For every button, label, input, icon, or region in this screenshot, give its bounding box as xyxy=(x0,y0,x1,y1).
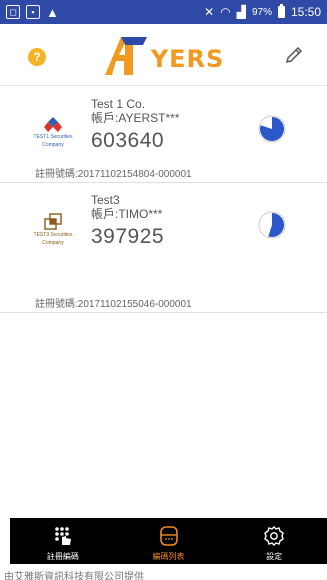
nav-register-label: 註冊編碼 xyxy=(46,552,79,561)
edit-icon[interactable] xyxy=(283,44,305,66)
help-button[interactable]: ? xyxy=(28,48,46,66)
company-name: Test3 xyxy=(91,193,120,207)
clock: 15:50 xyxy=(290,5,321,19)
notification-icon: ◻ xyxy=(6,5,20,19)
account-label: 帳戶:TIMO*** xyxy=(91,207,163,221)
token-info: Test 1 Co. 帳戶:AYERST*** 603640 xyxy=(91,97,179,153)
countdown-timer-icon xyxy=(258,115,286,143)
app-header: ? YERS xyxy=(0,24,327,86)
company-logo-caption-2: Company xyxy=(42,141,64,148)
registration-number: 註冊號碼:20171102154804-000001 xyxy=(35,169,192,180)
token-code: 603640 xyxy=(91,129,165,152)
logo-a-icon xyxy=(104,36,147,75)
help-icon: ? xyxy=(33,50,41,64)
company-logo: TEST1 Securities Company xyxy=(28,117,78,148)
image-icon: ▪ xyxy=(26,5,40,19)
status-bar: ◻ ▪ ▲ ✕ ◠ ▟ 97% 15:50 xyxy=(0,0,327,24)
battery-icon xyxy=(277,4,285,18)
company-logo-caption-2: Company xyxy=(42,239,64,246)
nav-register[interactable]: 註冊編碼 xyxy=(10,518,116,564)
gear-icon xyxy=(264,526,285,546)
company-name: Test 1 Co. xyxy=(91,97,146,111)
test3-logo-icon xyxy=(44,213,62,230)
footer-text: 由艾雅斯資訊科技有限公司提供 xyxy=(4,572,144,580)
company-logo-caption: TEST1 Securities xyxy=(33,134,73,140)
account-label: 帳戶:AYERST*** xyxy=(91,111,180,125)
company-logo-caption: TEST3 Securities xyxy=(33,232,73,238)
token-code: 397925 xyxy=(91,225,165,248)
keypad-hand-icon xyxy=(55,527,71,545)
battery-percent: 97% xyxy=(251,6,272,18)
nav-token-list-label: 編碼列表 xyxy=(152,552,185,561)
logo-text: YERS xyxy=(150,44,225,73)
token-info: Test3 帳戶:TIMO*** 397925 xyxy=(91,193,164,249)
warning-icon: ▲ xyxy=(46,4,59,20)
mute-icon: ✕ xyxy=(204,5,215,19)
nav-settings-label: 設定 xyxy=(266,552,283,561)
token-item[interactable]: TEST1 Securities Company Test 1 Co. 帳戶:A… xyxy=(0,87,327,183)
registration-number: 註冊號碼:20171102155046-000001 xyxy=(35,299,192,310)
app-logo: YERS xyxy=(103,33,225,77)
countdown-timer-icon xyxy=(258,211,286,239)
token-device-icon xyxy=(159,526,178,546)
status-left-icons: ◻ ▪ ▲ xyxy=(6,5,59,20)
signal-icon: ▟ xyxy=(236,5,246,19)
test1-logo-icon xyxy=(44,117,62,132)
status-right-icons: ✕ ◠ ▟ 97% 15:50 xyxy=(204,4,321,19)
token-list: TEST1 Securities Company Test 1 Co. 帳戶:A… xyxy=(0,87,327,313)
token-item[interactable]: TEST3 Securities Company Test3 帳戶:TIMO**… xyxy=(0,183,327,313)
bottom-nav: 註冊編碼 編碼列表 設定 xyxy=(10,518,327,564)
nav-settings[interactable]: 設定 xyxy=(221,518,327,564)
wifi-icon: ◠ xyxy=(220,5,231,19)
nav-token-list[interactable]: 編碼列表 xyxy=(116,518,222,564)
company-logo: TEST3 Securities Company xyxy=(28,213,78,246)
